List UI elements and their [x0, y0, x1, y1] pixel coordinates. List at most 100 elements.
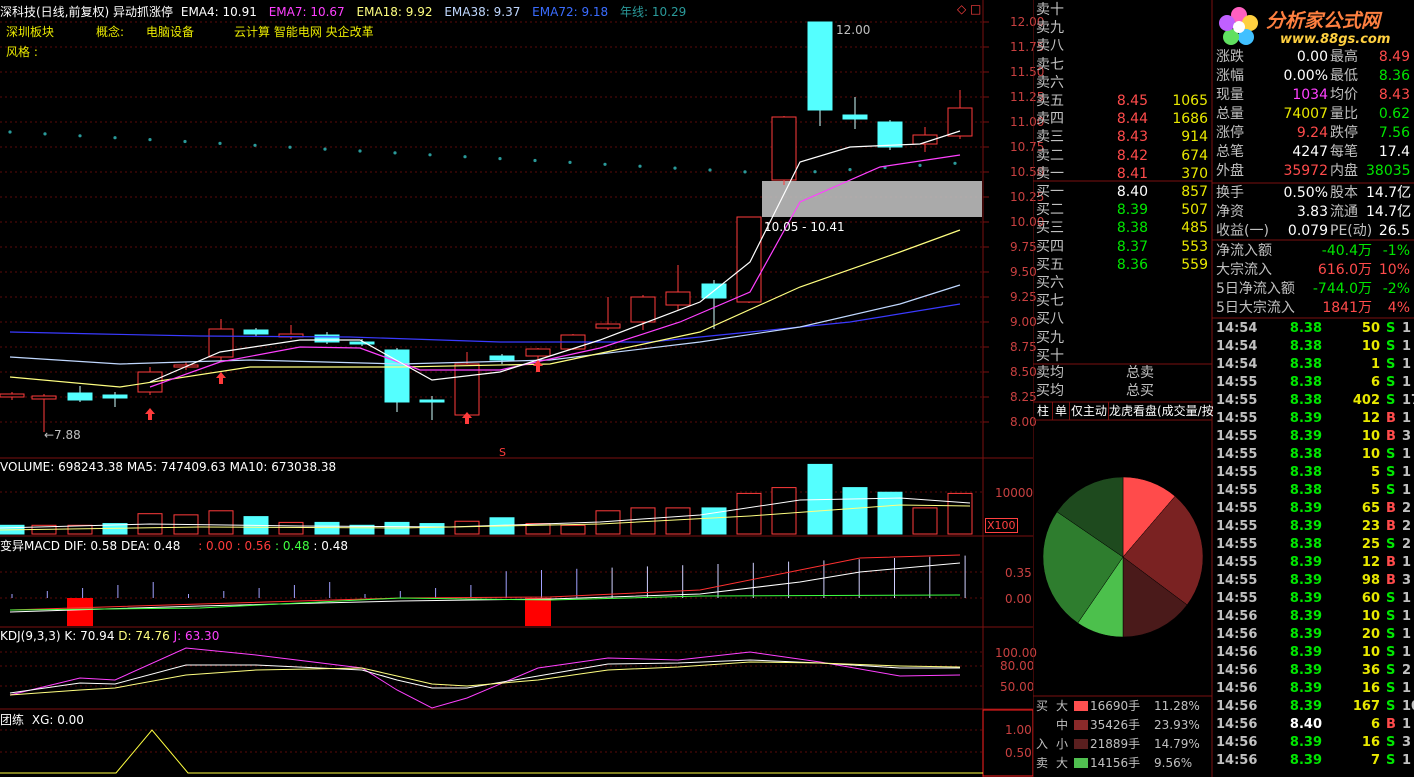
logo-url: www.88gs.com	[1280, 32, 1391, 47]
candle-body	[630, 296, 656, 323]
tick-row[interactable]: 14:55 8.38 5 S 1	[1216, 482, 1412, 500]
stat-row: 现量 1034 均价 8.43	[1216, 86, 1412, 105]
tick-row[interactable]: 14:55 8.38 5 S 1	[1216, 464, 1412, 482]
tick-row[interactable]: 14:55 8.38 10 S 1	[1216, 446, 1412, 464]
volume-header: VOLUME: 698243.38 MA5: 747409.63 MA10: 6…	[0, 460, 337, 474]
kline-chart-svg[interactable]	[0, 0, 1033, 777]
sell-level-3-label: 卖三	[1036, 129, 1064, 146]
macd-dif: DIF: 0.58	[63, 539, 118, 553]
tick-row[interactable]: 14:55 8.39 10 B 3	[1216, 428, 1412, 446]
tick-row[interactable]: 14:56 8.39 10 S 1	[1216, 608, 1412, 626]
yearline-dot	[43, 132, 47, 136]
breakdown-swatch	[1074, 739, 1088, 749]
tick-side: S	[1386, 645, 1396, 660]
volume-bar	[454, 520, 480, 535]
buy-level-10-label: 买十	[1036, 347, 1064, 364]
tick-count: 2	[1402, 519, 1412, 534]
tick-price: 8.38	[1289, 537, 1322, 552]
tick-time: 14:54	[1216, 321, 1258, 336]
tick-row[interactable]: 14:56 8.39 10 S 1	[1216, 644, 1412, 662]
tick-row[interactable]: 14:55 8.39 12 B 1	[1216, 554, 1412, 572]
tick-count: 2	[1402, 537, 1412, 552]
sell-level-10-label: 卖十	[1036, 2, 1064, 18]
tick-row[interactable]: 14:56 8.39 7 S 1	[1216, 752, 1412, 770]
tick-row[interactable]: 14:56 8.40 6 B 1	[1216, 716, 1412, 734]
tick-row[interactable]: 14:55 8.38 402 S 17	[1216, 392, 1414, 410]
tick-side: B	[1386, 501, 1396, 516]
tick-count: 1	[1402, 375, 1412, 390]
stat2-value: 26.5	[1378, 223, 1410, 239]
candle-body	[736, 216, 762, 303]
tick-count: 1	[1402, 681, 1412, 696]
candle-body	[771, 116, 797, 181]
tick-time: 14:55	[1216, 447, 1258, 462]
tick-volume: 12	[1361, 555, 1380, 570]
buy-level-2-price: 8.39	[1116, 202, 1148, 219]
tick-count: 3	[1402, 735, 1412, 750]
buy-level-9-label: 买九	[1036, 329, 1064, 346]
corner-square-icon[interactable]: □	[970, 2, 981, 16]
tick-row[interactable]: 14:54 8.38 1 S 1	[1216, 356, 1412, 374]
tick-row[interactable]: 14:55 8.38 25 S 2	[1216, 536, 1412, 554]
candle-body	[947, 107, 973, 137]
flow-row: 大宗流入 616.0万 10%	[1216, 261, 1412, 280]
volume-unit-label[interactable]: X100	[985, 518, 1018, 533]
tick-row[interactable]: 14:56 8.39 20 S 1	[1216, 626, 1412, 644]
tick-row[interactable]: 14:56 8.39 16 S 1	[1216, 680, 1412, 698]
tick-side: S	[1386, 465, 1396, 480]
tick-row[interactable]: 14:54 8.38 50 S 1	[1216, 320, 1412, 338]
tick-count: 1	[1402, 627, 1412, 642]
candle-body	[489, 355, 515, 361]
tick-row[interactable]: 14:56 8.39 36 S 2	[1216, 662, 1412, 680]
breakdown-swatch	[1074, 720, 1088, 730]
tick-row[interactable]: 14:55 8.38 6 S 1	[1216, 374, 1412, 392]
tick-price: 8.39	[1289, 699, 1322, 714]
tick-row[interactable]: 14:54 8.38 10 S 1	[1216, 338, 1412, 356]
tick-row[interactable]: 14:56 8.39 167 S 10	[1216, 698, 1414, 716]
tick-price: 8.39	[1289, 591, 1322, 606]
stat-value: 1034	[1292, 87, 1328, 103]
tab-longhu[interactable]: 龙虎看盘(成交量/按	[1109, 402, 1213, 420]
tick-time: 14:55	[1216, 429, 1258, 444]
tab-bar[interactable]: 柱	[1034, 402, 1053, 420]
breakdown-pct: 9.56%	[1154, 756, 1193, 770]
volume-bar	[208, 510, 234, 535]
breakdown-volume: 21889手	[1090, 737, 1141, 751]
diamond-icon[interactable]: ◇	[957, 2, 966, 16]
style-label: 风格 :	[6, 45, 38, 59]
logo-box[interactable]: 分析家公式网 www.88gs.com	[1214, 2, 1412, 52]
stat2-label: 股本	[1330, 185, 1358, 201]
tick-volume: 65	[1361, 501, 1380, 516]
tick-row[interactable]: 14:55 8.39 60 S 1	[1216, 590, 1412, 608]
breakdown-pct: 14.79%	[1154, 737, 1200, 751]
stat-value: 0.00%	[1283, 68, 1328, 84]
kdj-j-line	[9, 647, 961, 709]
tick-price: 8.39	[1289, 429, 1322, 444]
tick-row[interactable]: 14:55 8.39 12 B 1	[1216, 410, 1412, 428]
stat2-value: 0.079	[1287, 223, 1328, 239]
tick-time: 14:54	[1216, 357, 1258, 372]
tick-row[interactable]: 14:55 8.39 23 B 2	[1216, 518, 1412, 536]
buy-level-4-label: 买四	[1036, 238, 1064, 255]
tick-time: 14:56	[1216, 699, 1258, 714]
ema38-value: EMA38: 9.37	[444, 5, 521, 19]
kdj-name: KDJ(9,3,3)	[0, 629, 61, 643]
breakdown-size: 大	[1056, 699, 1069, 713]
macd-v2: : 0.56	[236, 539, 272, 553]
tick-price: 8.39	[1289, 501, 1322, 516]
breakdown-pct: 11.28%	[1154, 699, 1200, 713]
buy-level-3-label: 买三	[1036, 220, 1064, 237]
tick-price: 8.39	[1289, 681, 1322, 696]
tick-row[interactable]: 14:55 8.39 98 B 3	[1216, 572, 1412, 590]
tab-single[interactable]: 单	[1053, 402, 1070, 420]
tab-active-only[interactable]: 仅主动	[1070, 402, 1109, 420]
tick-price: 8.39	[1289, 645, 1322, 660]
breakdown-swatch	[1074, 701, 1088, 711]
tick-row[interactable]: 14:55 8.39 65 B 2	[1216, 500, 1412, 518]
tick-volume: 12	[1361, 411, 1380, 426]
tick-volume: 50	[1361, 321, 1380, 336]
tick-row[interactable]: 14:56 8.39 16 S 3	[1216, 734, 1412, 752]
tick-count: 1	[1402, 609, 1412, 624]
kline-chart-area[interactable]: 深科技(日线,前复权) 异动抓涨停 EMA4: 10.91 EMA7: 10.6…	[0, 0, 1044, 777]
tick-count: 1	[1402, 753, 1412, 768]
